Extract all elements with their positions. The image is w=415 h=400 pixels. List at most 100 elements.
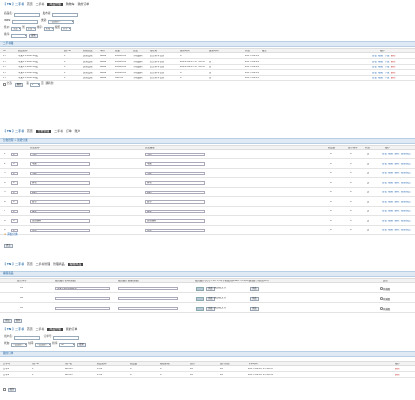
action-link[interactable]: 编辑: [378, 61, 383, 63]
action-link[interactable]: 删除: [391, 55, 396, 57]
s3-tab-1[interactable]: 二手书管理: [36, 262, 50, 266]
action-link[interactable]: 查看: [372, 77, 377, 79]
category-desc-input[interactable]: 电脑: [145, 162, 205, 166]
action-link[interactable]: 查看: [372, 66, 377, 68]
s3-tab-2[interactable]: 管理商品: [53, 262, 65, 266]
s4-select-all-checkbox[interactable]: [3, 388, 6, 391]
action-link[interactable]: 删除: [395, 172, 400, 174]
category-order-input[interactable]: 0: [11, 228, 18, 233]
category-desc-input[interactable]: 家电: [145, 181, 205, 185]
action-link[interactable]: 查看: [382, 210, 387, 212]
action-link[interactable]: 编辑: [388, 172, 393, 174]
category-desc-input[interactable]: 运动器材: [145, 219, 205, 223]
action-link[interactable]: 查看: [382, 172, 387, 174]
s3-add-button[interactable]: 添加: [3, 318, 12, 323]
s4-tab-3[interactable]: 我的订单: [66, 327, 78, 331]
delete-order-link[interactable]: 删除: [395, 368, 400, 371]
action-link[interactable]: 查看: [382, 220, 387, 222]
s1-tab-3[interactable]: 购物车: [66, 2, 75, 6]
delete-order-link[interactable]: 删除: [395, 374, 400, 377]
s1-tab-4[interactable]: 我的订单: [78, 2, 90, 6]
s4-tab-0[interactable]: 首页: [27, 327, 33, 331]
category-name-input[interactable]: 服装: [30, 209, 90, 214]
action-link[interactable]: 删除: [395, 220, 400, 222]
action-link[interactable]: 删除: [395, 182, 400, 184]
action-link[interactable]: 编辑: [388, 220, 393, 222]
category-desc-input[interactable]: 相机: [145, 190, 205, 195]
action-link[interactable]: 删除: [391, 72, 396, 74]
action-link[interactable]: 下架: [385, 61, 390, 63]
upload-button[interactable]: 浏览: [250, 286, 259, 291]
category-name-input[interactable]: 电脑: [30, 162, 90, 166]
category-order-input[interactable]: 0: [11, 162, 18, 166]
category-order-input[interactable]: 0: [11, 209, 18, 214]
category-order-input[interactable]: 0: [11, 190, 18, 195]
action-link[interactable]: 删除: [395, 191, 400, 193]
category-name-input[interactable]: 手机: [30, 152, 90, 157]
s1-tab-0[interactable]: 首页: [27, 2, 33, 6]
action-link[interactable]: 编辑: [378, 66, 383, 68]
image-name-input[interactable]: 苹果手机256G成色: [55, 286, 110, 291]
action-link[interactable]: 删除: [395, 153, 400, 155]
s4-delete-button[interactable]: 操作: [7, 387, 17, 392]
s3-save-button[interactable]: 保存: [13, 318, 23, 323]
action-link[interactable]: 编辑: [388, 201, 393, 203]
s4-tab-1[interactable]: 二手书: [36, 327, 45, 331]
action-link[interactable]: 编辑: [378, 72, 383, 74]
action-link[interactable]: 管理商品: [401, 201, 411, 203]
s2-submit-button[interactable]: 提交: [4, 243, 13, 248]
s2-tab-3[interactable]: 订单: [66, 129, 72, 133]
action-link[interactable]: 管理商品: [401, 163, 411, 165]
action-link[interactable]: 删除: [395, 163, 400, 165]
action-link[interactable]: 管理商品: [401, 182, 411, 184]
s2-add-link[interactable]: 添加分类: [6, 233, 18, 237]
s1-sort-select[interactable]: [11, 33, 28, 38]
category-order-input[interactable]: 0: [11, 171, 18, 176]
action-link[interactable]: 删除: [395, 210, 400, 212]
image-name-input[interactable]: [55, 306, 110, 311]
category-desc-input[interactable]: 平板: [145, 171, 205, 176]
action-link[interactable]: 编辑: [388, 153, 393, 155]
image-link-input[interactable]: [118, 306, 178, 311]
category-name-input[interactable]: 家电: [30, 181, 90, 185]
category-order-input[interactable]: 0: [11, 200, 18, 204]
category-order-input[interactable]: 0: [11, 181, 18, 185]
category-order-input[interactable]: 0: [11, 219, 18, 223]
upload-button[interactable]: 浏览: [250, 306, 259, 311]
s1-isbn-input[interactable]: [12, 19, 39, 24]
action-link[interactable]: 编辑: [388, 229, 393, 231]
action-link[interactable]: 删除: [391, 61, 396, 63]
s4-state-select[interactable]: --请选择--: [11, 342, 28, 347]
category-name-input[interactable]: 运动器材: [30, 219, 90, 223]
upload-button[interactable]: 浏览: [250, 296, 259, 301]
action-link[interactable]: 查看: [382, 201, 387, 203]
action-link[interactable]: 编辑: [388, 182, 393, 184]
s1-tab-2[interactable]: 商品管理: [47, 2, 63, 7]
s1-by-select[interactable]: 升序: [60, 26, 71, 31]
action-link[interactable]: 管理商品: [401, 210, 411, 212]
category-name-input[interactable]: 相机: [30, 190, 90, 195]
s1-jump-label[interactable]: 跳转到: [45, 82, 55, 86]
image-link-input[interactable]: [118, 296, 178, 301]
image-name-input[interactable]: [55, 296, 110, 301]
s4-user-input[interactable]: [13, 335, 40, 340]
action-link[interactable]: 下架: [385, 66, 390, 68]
s4-tab-2[interactable]: 商品管理: [47, 327, 63, 332]
category-desc-input[interactable]: 其他: [145, 228, 205, 233]
s1-category-select[interactable]: --请选择--: [48, 19, 75, 24]
action-link[interactable]: 管理商品: [401, 172, 411, 174]
s1-search-button[interactable]: 搜索: [29, 33, 38, 38]
s4-search-button[interactable]: 搜索: [77, 342, 86, 347]
category-desc-input[interactable]: 图书: [145, 200, 205, 204]
s2-tab-0[interactable]: 首页: [27, 129, 33, 133]
category-name-input[interactable]: 平板: [30, 171, 90, 176]
action-link[interactable]: 查看: [372, 72, 377, 74]
action-link[interactable]: 删除: [395, 229, 400, 231]
s2-tab-2[interactable]: 二手书: [54, 129, 63, 133]
s3-tab-0[interactable]: 首页: [27, 262, 33, 266]
s3-tab-3[interactable]: 编辑商品: [67, 262, 84, 267]
s1-tab-1[interactable]: 二手书: [36, 2, 45, 6]
action-link[interactable]: 查看: [382, 182, 387, 184]
s2-tab-1[interactable]: 分类管理: [35, 129, 52, 134]
s4-time-select[interactable]: --请选择--: [35, 342, 52, 347]
